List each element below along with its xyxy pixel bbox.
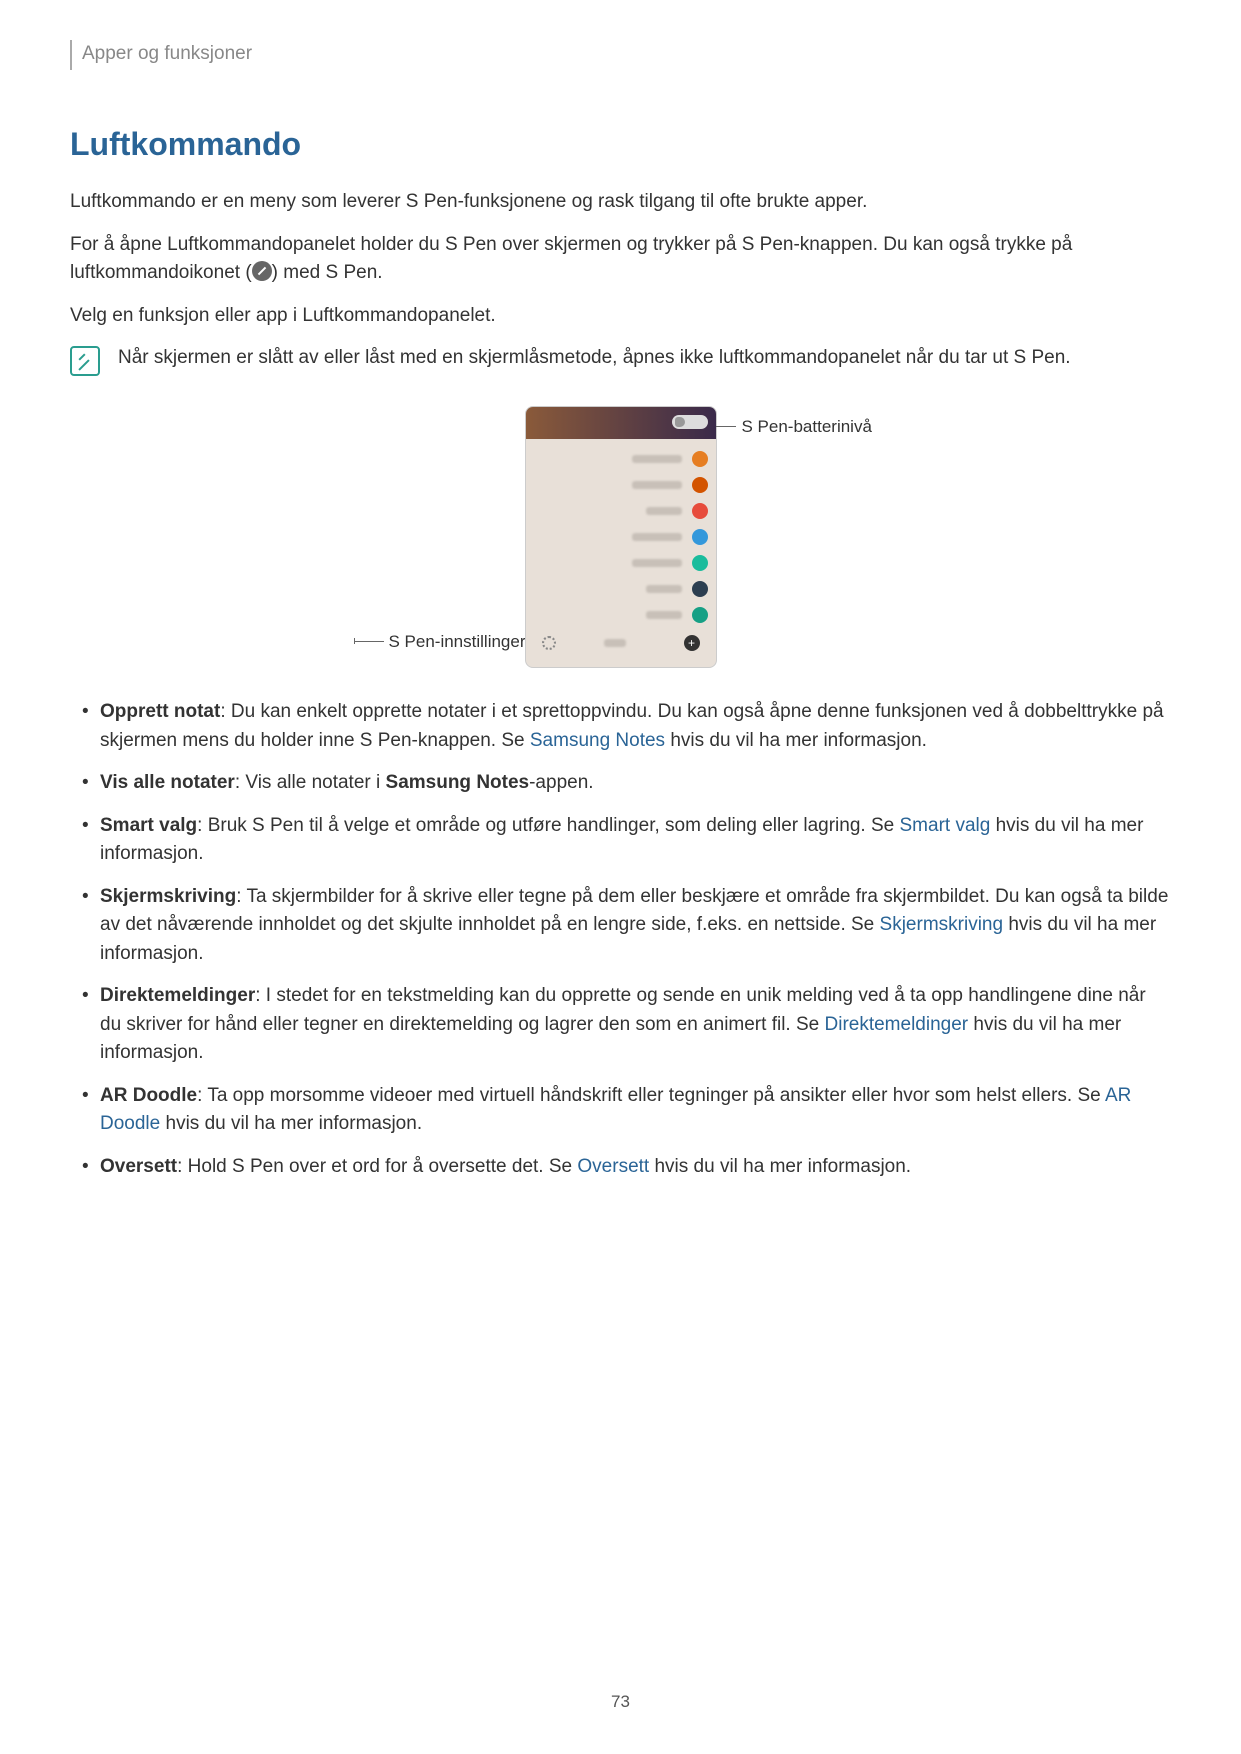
item-link[interactable]: Oversett [577,1156,649,1177]
phone-status-bar [526,407,716,439]
air-command-icon [252,261,272,281]
menu-label-blur [604,639,626,647]
item-link[interactable]: Smart valg [900,815,991,836]
menu-label-blur [632,533,682,541]
item-text-b: -appen. [529,772,593,793]
pen-icon [675,417,685,427]
menu-item [534,473,708,497]
menu-item [534,499,708,523]
intro-para-3: Velg en funksjon eller app i Luftkommand… [70,302,1171,331]
item-bold2: Samsung Notes [386,772,530,793]
page-title: Luftkommando [70,120,1171,168]
menu-item [534,603,708,627]
callout-battery: S Pen-batterinivå [716,414,872,440]
menu-item [534,447,708,471]
callout-settings: S Pen-innstillinger [350,629,525,655]
item-title: Direktemeldinger [100,985,255,1006]
menu-icon [692,477,708,493]
item-title: AR Doodle [100,1085,197,1106]
menu-item [534,577,708,601]
menu-icon [692,503,708,519]
item-text: : Bruk S Pen til å velge et område og ut… [197,815,899,836]
item-text-b: hvis du vil ha mer informasjon. [649,1156,911,1177]
item-link[interactable]: Skjermskriving [880,914,1004,935]
gear-icon [542,636,556,650]
menu-label-blur [646,585,682,593]
menu-label-blur [632,481,682,489]
menu-label-blur [646,507,682,515]
callout-line [716,426,736,427]
figure: S Pen-innstillinger + [70,406,1171,668]
section-header-text: Apper og funksjoner [82,40,252,69]
menu-label-blur [646,611,682,619]
note-icon [70,346,100,376]
list-item: Smart valg: Bruk S Pen til å velge et om… [100,812,1171,869]
item-title: Smart valg [100,815,197,836]
item-text: : Ta opp morsomme videoer med virtuell h… [197,1085,1105,1106]
intro-para-2: For å åpne Luftkommandopanelet holder du… [70,231,1171,288]
callout-settings-label: S Pen-innstillinger [388,629,525,655]
menu-label-blur [632,455,682,463]
list-item: Skjermskriving: Ta skjermbilder for å sk… [100,883,1171,969]
menu-item [534,525,708,549]
note-block: Når skjermen er slått av eller låst med … [70,344,1171,376]
menu-icon [692,451,708,467]
item-title: Vis alle notater [100,772,235,793]
item-title: Oversett [100,1156,177,1177]
list-item: AR Doodle: Ta opp morsomme videoer med v… [100,1082,1171,1139]
spen-battery-indicator [672,415,708,429]
item-text-b: hvis du vil ha mer informasjon. [160,1113,422,1134]
item-link[interactable]: Samsung Notes [530,730,665,751]
list-item: Oversett: Hold S Pen over et ord for å o… [100,1153,1171,1182]
phone-mockup: + [525,406,717,668]
section-header: Apper og funksjoner [70,40,1171,70]
item-title: Opprett notat [100,701,220,722]
menu-settings-row: + [534,631,708,655]
menu-icon [692,555,708,571]
menu-item [534,551,708,575]
intro-para-1: Luftkommando er en meny som leverer S Pe… [70,188,1171,217]
item-text: : Hold S Pen over et ord for å oversette… [177,1156,577,1177]
item-title: Skjermskriving [100,886,236,907]
list-item: Opprett notat: Du kan enkelt opprette no… [100,698,1171,755]
air-command-panel: + [526,439,716,663]
para2-text-a: For å åpne Luftkommandopanelet holder du… [70,234,1072,284]
page-number: 73 [0,1689,1241,1715]
feature-list: Opprett notat: Du kan enkelt opprette no… [70,698,1171,1181]
list-item: Direktemeldinger: I stedet for en tekstm… [100,982,1171,1068]
list-item: Vis alle notater: Vis alle notater i Sam… [100,769,1171,798]
para2-text-b: ) med S Pen. [272,262,383,283]
menu-icon [692,529,708,545]
plus-icon: + [684,635,700,651]
item-link[interactable]: Direktemeldinger [825,1014,969,1035]
menu-icon [692,581,708,597]
menu-label-blur [632,559,682,567]
item-text-b: hvis du vil ha mer informasjon. [665,730,927,751]
note-text: Når skjermen er slått av eller låst med … [118,344,1071,373]
callout-line [354,641,384,642]
item-text: : Vis alle notater i [235,772,386,793]
menu-icon [692,607,708,623]
callout-battery-label: S Pen-batterinivå [742,414,872,440]
